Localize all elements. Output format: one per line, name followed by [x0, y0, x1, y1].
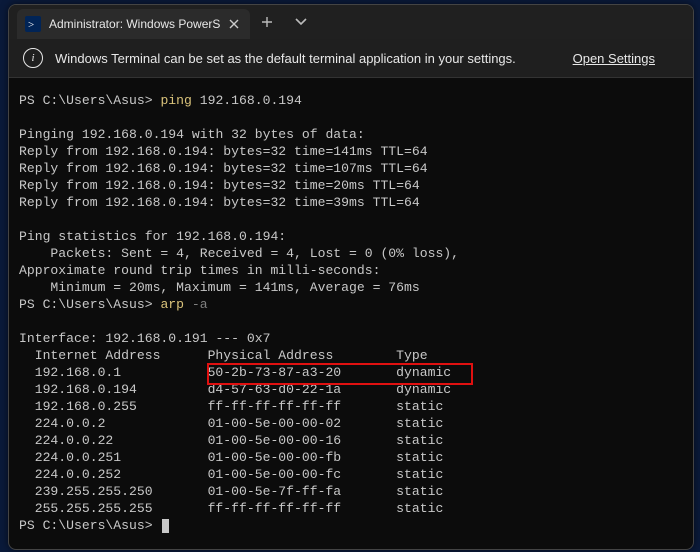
terminal-body[interactable]: PS C:\Users\Asus> ping 192.168.0.194 Pin…	[9, 78, 693, 544]
arp-row: 224.0.0.25201-00-5e-00-00-fcstatic	[19, 466, 683, 483]
arp-type: static	[396, 415, 443, 432]
ping-stats-header: Ping statistics for 192.168.0.194:	[19, 229, 286, 244]
new-tab-button[interactable]	[250, 5, 284, 39]
cmd-arp: arp	[160, 297, 184, 312]
cmd-ping: ping	[160, 93, 191, 108]
arp-ip: 224.0.0.252	[19, 466, 208, 483]
arp-type: dynamic	[396, 381, 451, 398]
svg-text:>: >	[28, 19, 34, 31]
ping-reply: Reply from 192.168.0.194: bytes=32 time=…	[19, 178, 420, 193]
arp-mac: ff-ff-ff-ff-ff-ff	[208, 398, 397, 415]
arp-row: 192.168.0.194d4-57-63-d0-22-1adynamic	[19, 381, 683, 398]
arp-mac: 01-00-5e-00-00-16	[208, 432, 397, 449]
terminal-window: > Administrator: Windows PowerS i Window…	[8, 4, 694, 550]
arp-ip: 192.168.0.1	[19, 364, 208, 381]
tab-powershell[interactable]: > Administrator: Windows PowerS	[17, 9, 250, 39]
arp-type: static	[396, 432, 443, 449]
arp-row: 255.255.255.255ff-ff-ff-ff-ff-ffstatic	[19, 500, 683, 517]
arp-row: 224.0.0.201-00-5e-00-00-02static	[19, 415, 683, 432]
arp-row: 224.0.0.2201-00-5e-00-00-16static	[19, 432, 683, 449]
ping-rtt-header: Approximate round trip times in milli-se…	[19, 263, 380, 278]
arp-type: static	[396, 466, 443, 483]
arp-type: static	[396, 500, 443, 517]
tab-title: Administrator: Windows PowerS	[49, 17, 220, 31]
arp-mac: ff-ff-ff-ff-ff-ff	[208, 500, 397, 517]
ping-header: Pinging 192.168.0.194 with 32 bytes of d…	[19, 127, 365, 142]
arp-ip: 192.168.0.194	[19, 381, 208, 398]
ping-reply: Reply from 192.168.0.194: bytes=32 time=…	[19, 161, 428, 176]
powershell-icon: >	[25, 16, 41, 32]
cursor	[162, 519, 169, 533]
cmd-ping-arg: 192.168.0.194	[192, 93, 302, 108]
chevron-down-icon	[295, 18, 307, 26]
prompt: PS C:\Users\Asus>	[19, 93, 153, 108]
tab-close-button[interactable]	[226, 16, 242, 32]
ping-reply: Reply from 192.168.0.194: bytes=32 time=…	[19, 144, 428, 159]
arp-mac: 50-2b-73-87-a3-20	[208, 364, 397, 381]
ping-reply: Reply from 192.168.0.194: bytes=32 time=…	[19, 195, 420, 210]
title-bar: > Administrator: Windows PowerS	[9, 5, 693, 39]
ping-stats-packets: Packets: Sent = 4, Received = 4, Lost = …	[19, 246, 459, 261]
arp-row: 239.255.255.25001-00-5e-7f-ff-fastatic	[19, 483, 683, 500]
arp-mac: 01-00-5e-00-00-fb	[208, 449, 397, 466]
arp-ip: 239.255.255.250	[19, 483, 208, 500]
arp-ip: 224.0.0.251	[19, 449, 208, 466]
arp-type: dynamic	[396, 364, 451, 381]
info-message: Windows Terminal can be set as the defau…	[55, 51, 516, 66]
arp-header-row: Internet AddressPhysical AddressType	[19, 347, 683, 364]
arp-ip: 224.0.0.2	[19, 415, 208, 432]
prompt: PS C:\Users\Asus>	[19, 518, 153, 533]
arp-interface: Interface: 192.168.0.191 --- 0x7	[19, 331, 270, 346]
close-icon	[229, 19, 239, 29]
plus-icon	[261, 16, 273, 28]
ping-rtt-values: Minimum = 20ms, Maximum = 141ms, Average…	[19, 280, 420, 295]
prompt: PS C:\Users\Asus>	[19, 297, 153, 312]
arp-col-ip: Internet Address	[19, 347, 208, 364]
arp-row: 192.168.0.150-2b-73-87-a3-20dynamic	[19, 364, 683, 381]
arp-row: 192.168.0.255ff-ff-ff-ff-ff-ffstatic	[19, 398, 683, 415]
arp-ip: 192.168.0.255	[19, 398, 208, 415]
arp-type: static	[396, 449, 443, 466]
arp-col-type: Type	[396, 347, 427, 364]
tab-dropdown-button[interactable]	[284, 5, 318, 39]
arp-mac: 01-00-5e-00-00-02	[208, 415, 397, 432]
arp-ip: 224.0.0.22	[19, 432, 208, 449]
arp-ip: 255.255.255.255	[19, 500, 208, 517]
cmd-arp-arg: -a	[184, 297, 208, 312]
info-bar: i Windows Terminal can be set as the def…	[9, 39, 693, 78]
info-icon: i	[23, 48, 43, 68]
arp-row: 224.0.0.25101-00-5e-00-00-fbstatic	[19, 449, 683, 466]
arp-type: static	[396, 483, 443, 500]
arp-mac: 01-00-5e-7f-ff-fa	[208, 483, 397, 500]
arp-mac: 01-00-5e-00-00-fc	[208, 466, 397, 483]
open-settings-link[interactable]: Open Settings	[573, 51, 655, 66]
arp-col-mac: Physical Address	[208, 347, 397, 364]
arp-type: static	[396, 398, 443, 415]
arp-mac: d4-57-63-d0-22-1a	[208, 381, 397, 398]
